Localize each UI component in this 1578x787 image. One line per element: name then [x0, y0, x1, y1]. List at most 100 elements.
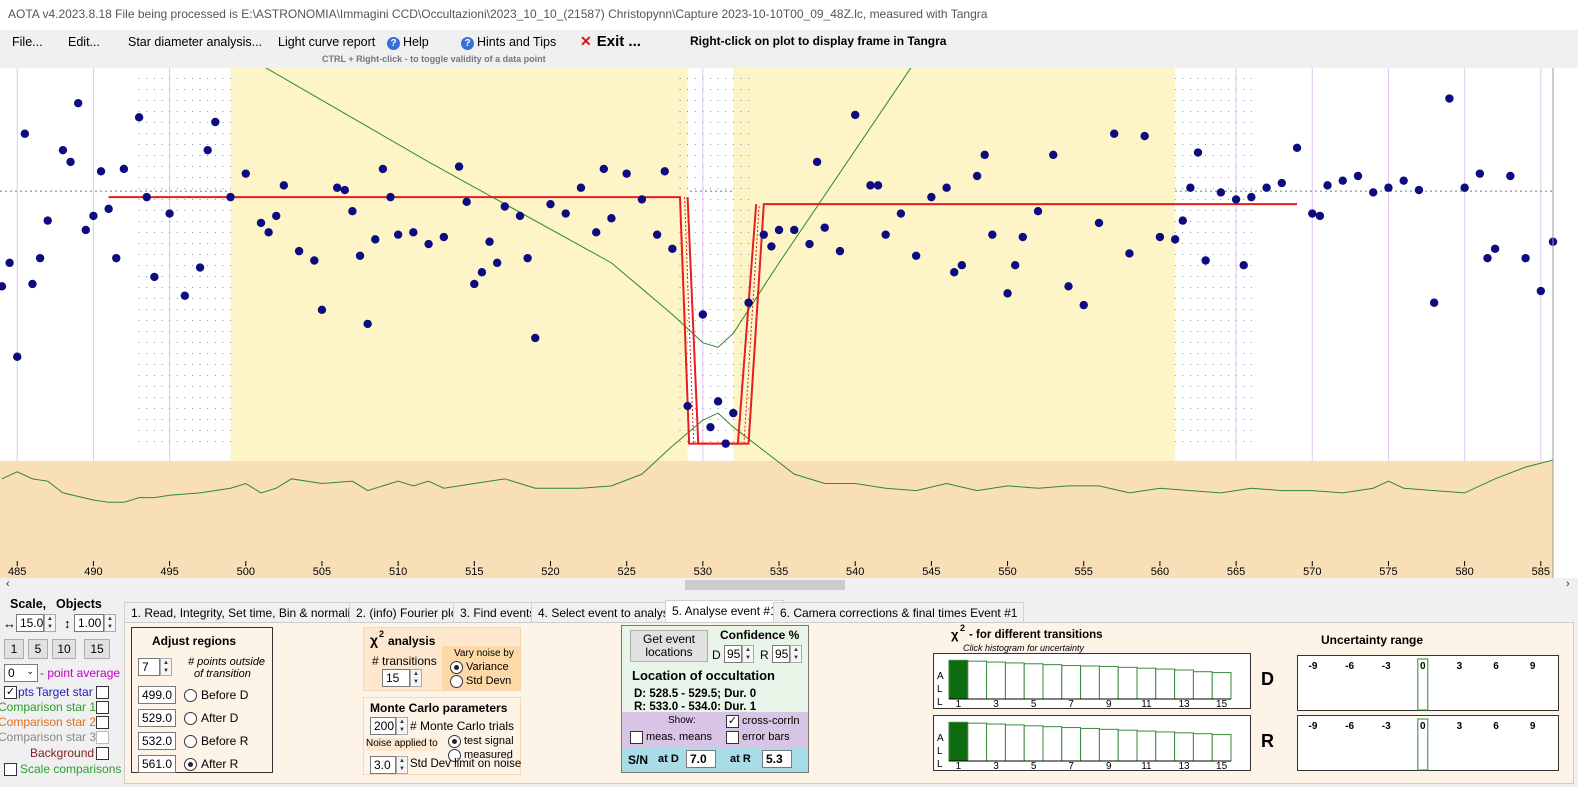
data-point: [851, 110, 860, 120]
hist-r-label: 15: [1216, 761, 1228, 771]
points-outside-spinner[interactable]: ▲ ▼: [160, 658, 172, 676]
point-average-select[interactable]: 0 ⌄: [4, 664, 38, 682]
hist-r-axis-letter: A: [937, 733, 944, 744]
data-point: [1140, 131, 1149, 141]
hist-d-label: 15: [1216, 699, 1228, 709]
before-d-input[interactable]: 499.0: [138, 686, 176, 704]
hist-chi-superscript: 2: [960, 623, 966, 633]
monte-carlo-trials-input[interactable]: 200: [370, 717, 396, 735]
scroll-thumb[interactable]: [685, 580, 845, 590]
horizontal-scale-input[interactable]: 15.0: [16, 614, 44, 632]
hist-d-bar: [1174, 669, 1194, 700]
meas-means-checkbox[interactable]: [630, 731, 643, 744]
histogram-r[interactable]: ALL 1 3 5 7 9 11 13 15: [933, 715, 1251, 771]
menu-edit[interactable]: Edit...: [68, 35, 100, 49]
variance-radio[interactable]: [450, 661, 463, 674]
tab-analyse-event[interactable]: 5. Analyse event #1: [665, 600, 784, 622]
transitions-spinner[interactable]: ▲ ▼: [410, 669, 422, 687]
std-devn-radio[interactable]: [450, 675, 463, 688]
vertical-scale-spinner[interactable]: ▲ ▼: [104, 614, 116, 632]
confidence-d-label: D: [712, 648, 721, 662]
tab-find-events[interactable]: 3. Find events: [453, 602, 543, 622]
std-dev-limit-spinner[interactable]: ▲ ▼: [396, 756, 408, 774]
confidence-d-input[interactable]: 95: [724, 645, 742, 663]
hist-r-bar: [1098, 728, 1119, 762]
monte-carlo-trials-spinner[interactable]: ▲ ▼: [396, 717, 408, 735]
title-bar: AOTA v4.2023.8.18 File being processed i…: [0, 0, 1578, 30]
tab-read-integrity[interactable]: 1. Read, Integrity, Set time, Bin & norm…: [124, 602, 370, 622]
x-tick-label: 525: [617, 566, 635, 578]
after-r-label: After R: [201, 757, 239, 771]
menu-help[interactable]: ? Help: [387, 35, 429, 50]
chi2-symbol: χ: [370, 632, 379, 648]
tab-fourier-plot[interactable]: 2. (info) Fourier plot: [349, 602, 468, 622]
cross-corrln-checkbox[interactable]: ✓: [726, 715, 739, 728]
tab-select-event[interactable]: 4. Select event to analyse: [531, 602, 683, 622]
plot-horizontal-scrollbar[interactable]: ‹ ›: [0, 578, 1578, 592]
hist-r-label: 1: [956, 761, 962, 771]
comparison-star-3-checkbox[interactable]: [96, 731, 109, 744]
background-checkbox[interactable]: [96, 747, 109, 760]
help-icon: ?: [387, 37, 400, 50]
uncertainty-r[interactable]: -9 -6 -3 0 3 6 9: [1297, 715, 1559, 771]
data-point: [805, 239, 814, 249]
menu-exit[interactable]: ✕ Exit ...: [580, 33, 641, 50]
target-star-checkbox[interactable]: ✓: [4, 686, 17, 699]
after-r-region: [733, 68, 1176, 461]
monte-carlo-title: Monte Carlo parameters: [370, 701, 508, 715]
light-curve-plot[interactable]: 485 490 495 500 505 510 515 520 525 530 535 540 545 5…: [0, 68, 1578, 578]
confidence-r-input[interactable]: 95: [772, 645, 790, 663]
hist-r-bar: [1211, 734, 1232, 762]
uncertainty-d[interactable]: -9 -6 -3 0 3 6 9: [1297, 655, 1559, 711]
data-point: [911, 251, 921, 261]
data-point: [5, 258, 14, 268]
before-r-input[interactable]: 532.0: [138, 732, 176, 750]
test-signal-radio[interactable]: [448, 735, 461, 748]
confidence-r-spinner[interactable]: ▲ ▼: [790, 645, 802, 663]
data-point: [950, 268, 959, 277]
scale-comparisons-checkbox[interactable]: [4, 763, 17, 776]
scroll-right-icon[interactable]: ›: [1566, 578, 1570, 590]
scale-10-button[interactable]: 10: [52, 639, 76, 659]
before-r-radio[interactable]: [184, 735, 197, 748]
x-tick-label: 550: [998, 566, 1016, 578]
scroll-left-icon[interactable]: ‹: [6, 578, 10, 590]
confidence-d-spinner[interactable]: ▲ ▼: [742, 645, 754, 663]
data-point: [256, 218, 266, 228]
vertical-scale-input[interactable]: 1.00: [74, 614, 104, 632]
histogram-title: - for different transitions: [969, 629, 1103, 641]
scale-15-button[interactable]: 15: [84, 639, 110, 659]
comparison-star-1-checkbox[interactable]: [96, 701, 109, 714]
horizontal-scale-spinner[interactable]: ▲ ▼: [44, 614, 56, 632]
adjust-regions-panel: Adjust regions 7 ▲ ▼ # points outside of …: [131, 627, 273, 773]
after-d-input[interactable]: 529.0: [138, 709, 176, 727]
after-r-input[interactable]: 561.0: [138, 755, 176, 773]
menu-light-curve-report[interactable]: Light curve report: [278, 35, 375, 49]
x-tick-label: 580: [1455, 566, 1473, 578]
hist-r-bar: [967, 722, 988, 762]
scale-5-button[interactable]: 5: [28, 639, 48, 659]
tab-camera-corrections[interactable]: 6. Camera corrections & final times Even…: [773, 602, 1025, 622]
scale-1-button[interactable]: 1: [4, 639, 24, 659]
data-point: [226, 192, 235, 202]
menu-file[interactable]: File...: [12, 35, 43, 49]
transitions-input[interactable]: 15: [382, 669, 410, 687]
data-point: [96, 167, 106, 176]
after-r-radio[interactable]: [184, 758, 197, 771]
menu-star-diameter[interactable]: Star diameter analysis...: [128, 35, 262, 49]
before-d-radio[interactable]: [184, 689, 197, 702]
std-dev-limit-input[interactable]: 3.0: [370, 756, 396, 774]
data-point: [1399, 176, 1408, 185]
histogram-d[interactable]: ALL 1 3 5 7 9 11 13 15: [933, 653, 1251, 709]
get-event-locations-button[interactable]: Get event locations: [630, 630, 708, 662]
menu-hints[interactable]: ? Hints and Tips: [461, 35, 556, 50]
points-outside-input[interactable]: 7: [138, 658, 160, 676]
after-d-radio[interactable]: [184, 712, 197, 725]
monte-carlo-panel: Monte Carlo parameters 200 ▲ ▼ # Monte Ca…: [363, 697, 521, 775]
error-bars-checkbox[interactable]: [726, 731, 739, 744]
data-point: [660, 167, 669, 176]
comparison-star-2-checkbox[interactable]: [96, 716, 109, 729]
data-point: [721, 439, 730, 448]
hist-r-label: 5: [1031, 761, 1037, 771]
target-star-toggle[interactable]: [96, 686, 109, 699]
